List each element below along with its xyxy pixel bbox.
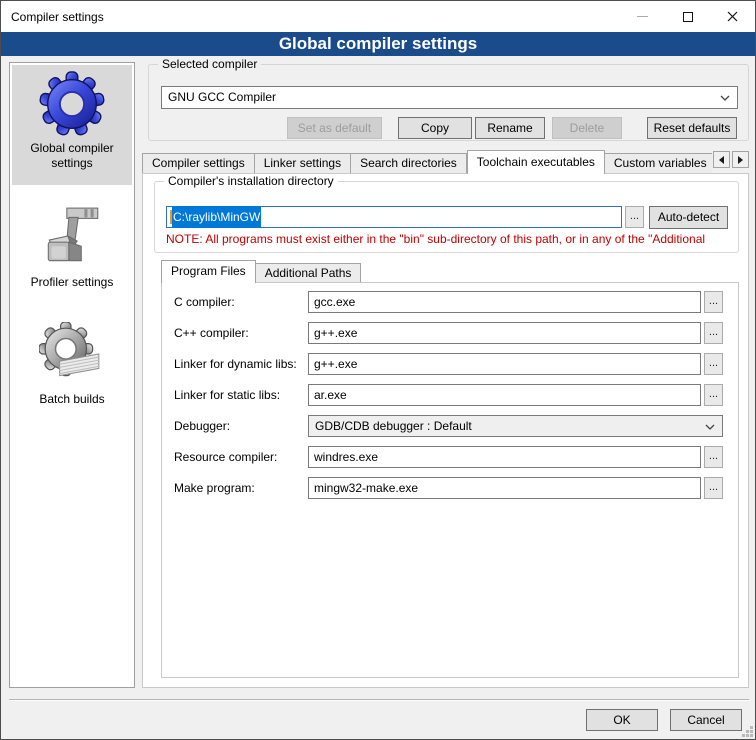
resource-compiler-label: Resource compiler: [174,446,308,468]
compiler-tabs: Compiler settings Linker settings Search… [142,150,749,174]
make-program-input[interactable]: mingw32-make.exe [308,477,701,499]
tab-scroll-left-button[interactable] [713,151,730,168]
compiler-settings-dialog: Compiler settings Global compiler settin… [0,0,756,740]
tab-compiler-settings[interactable]: Compiler settings [142,153,255,174]
close-icon [727,11,738,22]
dynamic-linker-browse-button[interactable]: ... [704,353,723,375]
c-compiler-input[interactable]: gcc.exe [308,291,701,313]
installation-directory-legend: Compiler's installation directory [164,174,338,188]
close-button[interactable] [710,1,755,32]
maximize-icon [683,12,693,22]
dynamic-linker-input[interactable]: g++.exe [308,353,701,375]
program-files-panel: C compiler: gcc.exe ... C++ compiler: g+… [161,282,739,678]
debugger-select-value: GDB/CDB debugger : Default [315,419,472,433]
tab-search-directories[interactable]: Search directories [351,153,467,174]
settings-category-list: Global compiler settings [9,62,135,688]
chevron-right-icon [738,156,743,164]
reset-defaults-button[interactable]: Reset defaults [647,117,737,139]
title-bar[interactable]: Compiler settings [1,1,755,32]
static-linker-browse-button[interactable]: ... [704,384,723,406]
chevron-down-icon [705,424,715,430]
debugger-label: Debugger: [174,415,308,437]
make-program-browse-button[interactable]: ... [704,477,723,499]
chevron-left-icon [719,156,724,164]
tab-linker-settings[interactable]: Linker settings [255,153,351,174]
cpp-compiler-input[interactable]: g++.exe [308,322,701,344]
window-title: Compiler settings [1,10,620,24]
debugger-select[interactable]: GDB/CDB debugger : Default [308,415,723,437]
auto-detect-button[interactable]: Auto-detect [649,206,728,229]
tab-custom-variables[interactable]: Custom variables [605,153,712,174]
chevron-down-icon [720,95,730,101]
make-program-label: Make program: [174,477,308,499]
bin-subdirectory-note: NOTE: All programs must exist either in … [166,232,736,246]
compiler-select-value: GNU GCC Compiler [168,90,276,104]
cancel-button[interactable]: Cancel [670,709,742,731]
c-compiler-label: C compiler: [174,291,308,313]
debugger-row: Debugger: GDB/CDB debugger : Default [174,415,723,437]
minimize-button[interactable] [620,1,665,32]
blue-gear-icon [39,71,105,137]
sidebar-item-label: Batch builds [10,392,134,407]
resource-compiler-row: Resource compiler: windres.exe ... [174,446,723,468]
c-compiler-browse-button[interactable]: ... [704,291,723,313]
tab-scroll-right-button[interactable] [732,151,749,168]
sidebar-item-label: Global compiler settings [12,141,132,171]
set-as-default-button[interactable]: Set as default [287,117,382,139]
installation-directory-group: Compiler's installation directory C:\ray… [154,181,739,253]
page-title: Global compiler settings [1,32,755,56]
tab-additional-paths[interactable]: Additional Paths [256,263,362,283]
sidebar-item-profiler-settings[interactable]: Profiler settings [10,199,134,290]
sidebar-item-global-compiler-settings[interactable]: Global compiler settings [12,65,132,185]
resource-compiler-input[interactable]: windres.exe [308,446,701,468]
installation-directory-value: C:\raylib\MinGW [172,206,261,228]
compiler-select[interactable]: GNU GCC Compiler [161,86,738,109]
delete-button[interactable]: Delete [552,117,622,139]
caliper-icon [39,205,105,271]
make-program-row: Make program: mingw32-make.exe ... [174,477,723,499]
c-compiler-row: C compiler: gcc.exe ... [174,291,723,313]
program-files-tabs: Program Files Additional Paths [161,260,361,283]
selected-compiler-group: Selected compiler GNU GCC Compiler Set a… [148,64,749,141]
tab-program-files[interactable]: Program Files [161,260,256,283]
cpp-compiler-label: C++ compiler: [174,322,308,344]
footer-divider [9,699,749,701]
selected-compiler-legend: Selected compiler [158,57,261,71]
maximize-button[interactable] [665,1,710,32]
static-linker-row: Linker for static libs: ar.exe ... [174,384,723,406]
toolchain-executables-panel: Compiler's installation directory C:\ray… [142,173,749,688]
resource-compiler-browse-button[interactable]: ... [704,446,723,468]
dynamic-linker-label: Linker for dynamic libs: [174,353,308,375]
tab-strip: Compiler settings Linker settings Search… [142,150,712,174]
installation-directory-input[interactable]: C:\raylib\MinGW [166,206,622,228]
cpp-compiler-browse-button[interactable]: ... [704,322,723,344]
dynamic-linker-row: Linker for dynamic libs: g++.exe ... [174,353,723,375]
rename-button[interactable]: Rename [475,117,545,139]
sidebar-item-label: Profiler settings [10,275,134,290]
browse-directory-button[interactable]: ... [625,206,644,228]
cpp-compiler-row: C++ compiler: g++.exe ... [174,322,723,344]
tab-toolchain-executables[interactable]: Toolchain executables [467,150,605,174]
static-linker-label: Linker for static libs: [174,384,308,406]
minimize-icon [637,16,648,17]
static-linker-input[interactable]: ar.exe [308,384,701,406]
sidebar-item-batch-builds[interactable]: Batch builds [10,316,134,407]
resize-grip[interactable] [750,734,753,737]
ok-button[interactable]: OK [586,709,658,731]
gray-gear-stack-icon [39,322,105,388]
copy-button[interactable]: Copy [398,117,472,139]
